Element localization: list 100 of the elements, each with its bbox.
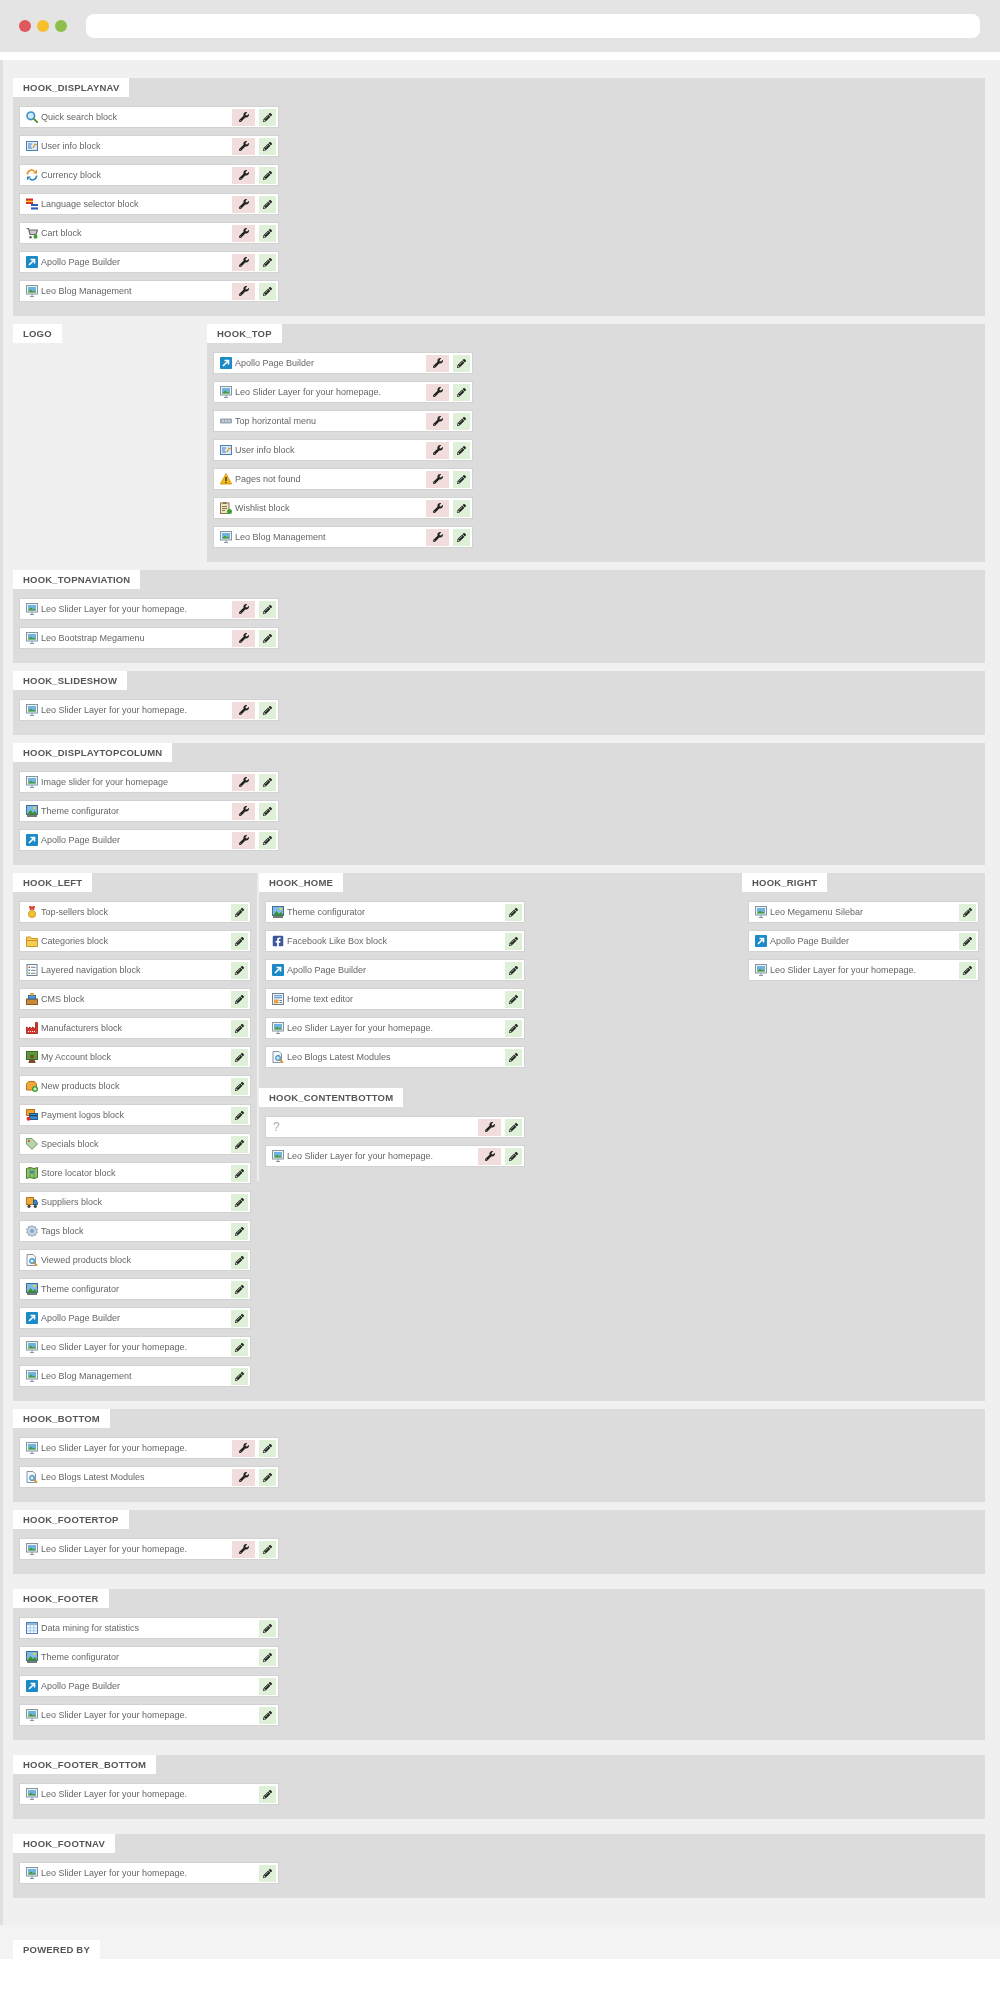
edit-button[interactable] — [259, 802, 276, 820]
configure-button[interactable] — [478, 1118, 501, 1136]
configure-button[interactable] — [426, 499, 449, 517]
edit-button[interactable] — [505, 903, 522, 921]
module-row[interactable]: Top horizontal menu — [213, 410, 473, 432]
module-row[interactable]: Tags block — [19, 1220, 251, 1242]
close-button[interactable] — [19, 20, 31, 32]
edit-button[interactable] — [231, 1222, 248, 1240]
edit-button[interactable] — [259, 831, 276, 849]
edit-button[interactable] — [259, 282, 276, 300]
edit-button[interactable] — [231, 990, 248, 1008]
module-row[interactable]: Leo Slider Layer for your homepage. — [265, 1145, 525, 1167]
edit-button[interactable] — [259, 224, 276, 242]
edit-button[interactable] — [231, 1048, 248, 1066]
edit-button[interactable] — [259, 1677, 276, 1695]
edit-button[interactable] — [505, 990, 522, 1008]
edit-button[interactable] — [259, 1864, 276, 1882]
edit-button[interactable] — [259, 1540, 276, 1558]
module-row[interactable]: Layered navigation block — [19, 959, 251, 981]
module-row[interactable]: Leo Slider Layer for your homepage. — [19, 598, 279, 620]
configure-button[interactable] — [232, 108, 255, 126]
module-row[interactable]: Wishlist block — [213, 497, 473, 519]
edit-button[interactable] — [231, 1251, 248, 1269]
module-row[interactable]: Pages not found — [213, 468, 473, 490]
edit-button[interactable] — [231, 1280, 248, 1298]
module-row[interactable]: Manufacturers block — [19, 1017, 251, 1039]
configure-button[interactable] — [426, 412, 449, 430]
edit-button[interactable] — [231, 1106, 248, 1124]
module-row[interactable]: Apollo Page Builder — [265, 959, 525, 981]
module-row[interactable]: Apollo Page Builder — [19, 1307, 251, 1329]
configure-button[interactable] — [232, 1540, 255, 1558]
module-row[interactable]: Image slider for your homepage — [19, 771, 279, 793]
configure-button[interactable] — [232, 195, 255, 213]
edit-button[interactable] — [505, 1048, 522, 1066]
module-row[interactable]: Apollo Page Builder — [19, 1675, 279, 1697]
edit-button[interactable] — [259, 701, 276, 719]
edit-button[interactable] — [505, 1147, 522, 1165]
edit-button[interactable] — [231, 961, 248, 979]
edit-button[interactable] — [505, 961, 522, 979]
edit-button[interactable] — [231, 1193, 248, 1211]
edit-button[interactable] — [259, 773, 276, 791]
configure-button[interactable] — [426, 441, 449, 459]
edit-button[interactable] — [231, 1135, 248, 1153]
configure-button[interactable] — [232, 253, 255, 271]
edit-button[interactable] — [259, 1648, 276, 1666]
edit-button[interactable] — [231, 1309, 248, 1327]
edit-button[interactable] — [259, 1619, 276, 1637]
module-row[interactable]: Leo Slider Layer for your homepage. — [748, 959, 979, 981]
edit-button[interactable] — [259, 600, 276, 618]
edit-button[interactable] — [231, 1077, 248, 1095]
module-row[interactable]: Theme configurator — [19, 1278, 251, 1300]
configure-button[interactable] — [232, 137, 255, 155]
edit-button[interactable] — [231, 903, 248, 921]
edit-button[interactable] — [259, 253, 276, 271]
module-row[interactable]: Leo Blogs Latest Modules — [19, 1466, 279, 1488]
module-row[interactable]: Theme configurator — [265, 901, 525, 923]
configure-button[interactable] — [426, 383, 449, 401]
module-row[interactable]: Theme configurator — [19, 1646, 279, 1668]
edit-button[interactable] — [453, 412, 470, 430]
module-row[interactable]: Leo Slider Layer for your homepage. — [265, 1017, 525, 1039]
module-row[interactable]: Quick search block — [19, 106, 279, 128]
edit-button[interactable] — [453, 499, 470, 517]
edit-button[interactable] — [453, 441, 470, 459]
module-row[interactable]: Facebook Like Box block — [265, 930, 525, 952]
address-field[interactable] — [86, 14, 980, 38]
configure-button[interactable] — [232, 1468, 255, 1486]
module-row[interactable]: Store locator block — [19, 1162, 251, 1184]
module-row[interactable]: Apollo Page Builder — [748, 930, 979, 952]
module-row[interactable]: My Account block — [19, 1046, 251, 1068]
module-row[interactable]: Leo Slider Layer for your homepage. — [19, 1704, 279, 1726]
configure-button[interactable] — [478, 1147, 501, 1165]
module-row[interactable]: Payment logos block — [19, 1104, 251, 1126]
configure-button[interactable] — [232, 1439, 255, 1457]
edit-button[interactable] — [259, 1468, 276, 1486]
configure-button[interactable] — [232, 282, 255, 300]
module-row[interactable]: User info block — [19, 135, 279, 157]
edit-button[interactable] — [259, 195, 276, 213]
edit-button[interactable] — [505, 1118, 522, 1136]
module-row[interactable]: Suppliers block — [19, 1191, 251, 1213]
edit-button[interactable] — [959, 903, 976, 921]
configure-button[interactable] — [232, 802, 255, 820]
module-row[interactable]: Language selector block — [19, 193, 279, 215]
configure-button[interactable] — [232, 701, 255, 719]
edit-button[interactable] — [231, 1367, 248, 1385]
module-row[interactable]: Specials block — [19, 1133, 251, 1155]
configure-button[interactable] — [232, 224, 255, 242]
module-row[interactable]: Leo Slider Layer for your homepage. — [19, 1783, 279, 1805]
edit-button[interactable] — [231, 1019, 248, 1037]
module-row[interactable]: Leo Bootstrap Megamenu — [19, 627, 279, 649]
module-row[interactable]: Theme configurator — [19, 800, 279, 822]
module-row[interactable]: Apollo Page Builder — [213, 352, 473, 374]
edit-button[interactable] — [453, 528, 470, 546]
edit-button[interactable] — [259, 1439, 276, 1457]
edit-button[interactable] — [231, 1338, 248, 1356]
module-row[interactable]: Home text editor — [265, 988, 525, 1010]
module-row[interactable]: Viewed products block — [19, 1249, 251, 1271]
configure-button[interactable] — [232, 166, 255, 184]
module-row[interactable]: Leo Blog Management — [19, 1365, 251, 1387]
module-row[interactable]: Leo Slider Layer for your homepage. — [19, 1437, 279, 1459]
module-row[interactable]: Leo Blog Management — [19, 280, 279, 302]
